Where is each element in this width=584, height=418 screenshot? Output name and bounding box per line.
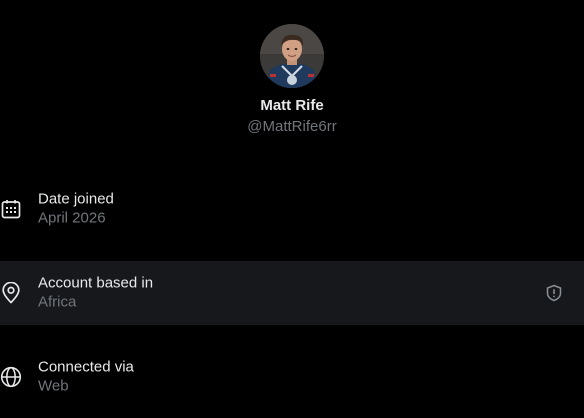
globe-icon <box>0 366 22 388</box>
calendar-icon <box>0 198 22 220</box>
info-row-label: Connected via <box>38 358 134 376</box>
info-row-value: Web <box>38 377 69 395</box>
info-row-value: April 2026 <box>38 209 106 227</box>
username-handle: @MattRife6rr <box>247 118 337 135</box>
info-row-label: Date joined <box>38 190 114 208</box>
shield-alert-icon[interactable] <box>544 283 564 303</box>
info-row-date-joined: Date joined April 2026 <box>0 177 584 241</box>
profile-header: Matt Rife @MattRife6rr <box>0 0 584 136</box>
info-row-connected-via: Connected via Web <box>0 345 584 409</box>
info-row-label: Account based in <box>38 274 154 292</box>
location-pin-icon <box>0 282 22 304</box>
display-name: Matt Rife <box>260 97 324 114</box>
avatar[interactable] <box>260 24 324 88</box>
info-row-account-based-in[interactable]: Account based in Africa <box>0 261 584 325</box>
info-row-text: Date joined April 2026 <box>38 190 114 229</box>
avatar-image <box>260 24 324 88</box>
info-row-text: Account based in Africa <box>38 274 153 313</box>
info-row-text: Connected via Web <box>38 358 134 397</box>
info-row-value: Africa <box>38 293 77 311</box>
about-account-panel: Matt Rife @MattRife6rr Date joined April… <box>0 0 584 418</box>
